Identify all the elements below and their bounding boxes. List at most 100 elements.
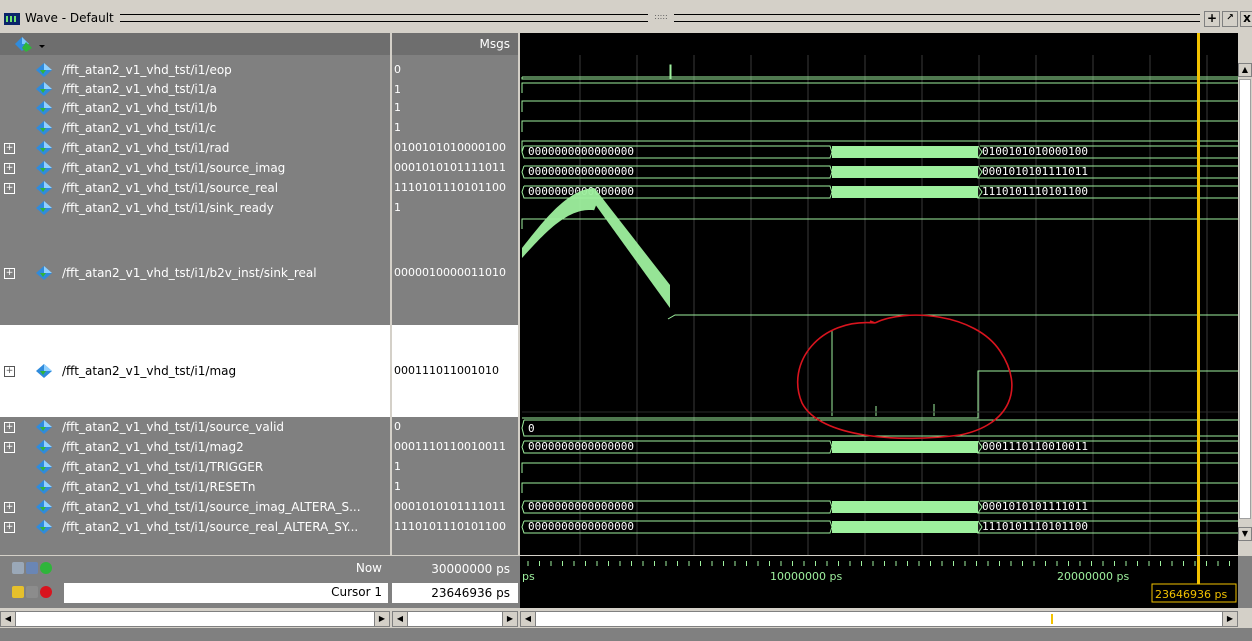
msgs-header: Msgs bbox=[392, 33, 518, 55]
close-icon[interactable]: x bbox=[1240, 11, 1252, 27]
bit-wave bbox=[521, 482, 1238, 493]
source-real-final-label: 1110101110101100 bbox=[982, 185, 1088, 198]
expand-icon[interactable]: + bbox=[4, 366, 15, 377]
signal-icon bbox=[36, 460, 52, 474]
source-real-altera-toggle-block bbox=[832, 521, 978, 533]
signal-name: /fft_atan2_v1_vhd_tst/i1/b2v_inst/sink_r… bbox=[62, 266, 317, 280]
names-hscroll[interactable]: ◀ ▶ bbox=[0, 611, 390, 627]
signal-icon bbox=[36, 121, 52, 135]
vertical-scrollbar[interactable]: ▲ ▼ bbox=[1238, 33, 1252, 555]
mag2-toggle-block bbox=[832, 441, 978, 453]
analog-envelope bbox=[522, 188, 670, 308]
signal-name: /fft_atan2_v1_vhd_tst/i1/b bbox=[62, 101, 218, 115]
pencil-icon[interactable] bbox=[26, 586, 38, 598]
values-hscroll[interactable]: ◀ ▶ bbox=[392, 611, 518, 627]
signal-icon bbox=[36, 480, 52, 494]
signal-row[interactable]: /fft_atan2_v1_vhd_tst/i1/sink_ready bbox=[0, 198, 390, 218]
signal-row[interactable]: /fft_atan2_v1_vhd_tst/i1/b bbox=[0, 98, 390, 118]
signal-icon bbox=[36, 82, 52, 96]
bit-wave bbox=[521, 100, 1238, 112]
scroll-right-arrow-icon[interactable]: ▶ bbox=[374, 612, 389, 626]
signal-row[interactable]: /fft_atan2_v1_vhd_tst/i1/RESETn bbox=[0, 477, 390, 497]
waveform-canvas[interactable]: 0000000000000000 0100101010000100 00000000… bbox=[520, 33, 1238, 555]
now-tool-icon[interactable] bbox=[12, 562, 24, 574]
lock-icon[interactable] bbox=[12, 586, 24, 598]
names-header bbox=[0, 33, 390, 55]
expand-icon[interactable]: + bbox=[4, 422, 15, 433]
add-cursor-icon[interactable] bbox=[26, 562, 38, 574]
expand-icon[interactable]: + bbox=[4, 442, 15, 453]
now-label: Now bbox=[355, 561, 382, 575]
timeline-start-label: ps bbox=[522, 570, 535, 583]
wave-window-icon bbox=[4, 13, 20, 25]
signal-name: /fft_atan2_v1_vhd_tst/i1/source_real_ALT… bbox=[62, 520, 359, 534]
bit-wave bbox=[521, 120, 1238, 132]
timeline-20m-label: 20000000 ps bbox=[1057, 570, 1129, 583]
signal-row[interactable]: /fft_atan2_v1_vhd_tst/i1/eop bbox=[0, 60, 390, 80]
signal-row[interactable]: + /fft_atan2_v1_vhd_tst/i1/mag2 bbox=[0, 437, 390, 457]
add-signal-icon[interactable] bbox=[14, 36, 48, 52]
signal-name: /fft_atan2_v1_vhd_tst/i1/sink_ready bbox=[62, 201, 274, 215]
wave-hscroll[interactable]: ◀ ▶ bbox=[520, 611, 1238, 627]
signal-value: 0001110110010011 bbox=[394, 440, 506, 453]
cursor-value: 23646936 ps bbox=[392, 583, 518, 603]
scroll-right-arrow-icon[interactable]: ▶ bbox=[1222, 612, 1237, 626]
expand-icon[interactable]: + bbox=[4, 268, 15, 279]
scroll-right-arrow-icon[interactable]: ▶ bbox=[502, 612, 517, 626]
signal-value: 1110101110101100 bbox=[394, 520, 506, 533]
scroll-down-arrow-icon[interactable]: ▼ bbox=[1238, 527, 1252, 541]
delete-cursor-icon[interactable] bbox=[40, 586, 52, 598]
scroll-up-arrow-icon[interactable]: ▲ bbox=[1238, 63, 1252, 77]
bit-wave bbox=[521, 218, 1238, 229]
signal-name: /fft_atan2_v1_vhd_tst/i1/source_valid bbox=[62, 420, 285, 434]
signal-value: 0001010101111011 bbox=[394, 161, 506, 174]
title-drag-handle[interactable]: ::::: bbox=[648, 12, 674, 22]
source-imag-start-label: 0000000000000000 bbox=[528, 165, 634, 178]
signal-row[interactable]: + /fft_atan2_v1_vhd_tst/i1/rad bbox=[0, 138, 390, 158]
scroll-left-arrow-icon[interactable]: ◀ bbox=[521, 612, 536, 626]
undock-icon[interactable]: ↗ bbox=[1222, 11, 1238, 27]
source-real-toggle-block bbox=[832, 186, 978, 198]
source-imag-altera-final-label: 0001010101111011 bbox=[982, 500, 1088, 513]
signal-row[interactable]: + /fft_atan2_v1_vhd_tst/i1/source_valid bbox=[0, 417, 390, 437]
signal-row[interactable]: + /fft_atan2_v1_vhd_tst/i1/source_imag bbox=[0, 158, 390, 178]
expand-icon[interactable]: + bbox=[4, 522, 15, 533]
signal-icon bbox=[36, 161, 52, 175]
signal-name: /fft_atan2_v1_vhd_tst/i1/source_real bbox=[62, 181, 279, 195]
timeline-canvas[interactable]: ps 10000000 ps 20000000 ps 23646936 ps bbox=[520, 556, 1238, 608]
horizontal-scrollbars: ◀ ▶ ◀ ▶ ◀ ▶ bbox=[0, 608, 1252, 628]
expand-icon[interactable]: + bbox=[4, 502, 15, 513]
insert-cursor-icon[interactable] bbox=[40, 562, 52, 574]
scroll-left-arrow-icon[interactable]: ◀ bbox=[1, 612, 16, 626]
signal-value: 0 bbox=[394, 63, 401, 76]
rad-final-label: 0100101010000100 bbox=[982, 145, 1088, 158]
expand-icon[interactable]: + bbox=[4, 163, 15, 174]
expand-icon[interactable]: + bbox=[4, 183, 15, 194]
rad-start-label: 0000000000000000 bbox=[528, 145, 634, 158]
signal-icon bbox=[36, 520, 52, 534]
signal-name: /fft_atan2_v1_vhd_tst/i1/RESETn bbox=[62, 480, 256, 494]
signal-row[interactable]: + /fft_atan2_v1_vhd_tst/i1/source_real_AL… bbox=[0, 517, 390, 537]
signal-row[interactable]: + /fft_atan2_v1_vhd_tst/i1/source_imag_AL… bbox=[0, 497, 390, 517]
timeline-ruler[interactable]: ps 10000000 ps 20000000 ps 23646936 ps bbox=[520, 556, 1238, 608]
signal-icon bbox=[36, 63, 52, 77]
signal-row[interactable]: /fft_atan2_v1_vhd_tst/i1/c bbox=[0, 118, 390, 138]
signal-name: /fft_atan2_v1_vhd_tst/i1/source_imag bbox=[62, 161, 286, 175]
signal-icon bbox=[36, 201, 52, 215]
expand-icon[interactable]: + bbox=[4, 143, 15, 154]
signal-row[interactable]: /fft_atan2_v1_vhd_tst/i1/TRIGGER bbox=[0, 457, 390, 477]
signal-row[interactable]: + /fft_atan2_v1_vhd_tst/i1/source_real bbox=[0, 178, 390, 198]
vertical-scroll-thumb[interactable] bbox=[1239, 79, 1251, 519]
signal-row[interactable]: + /fft_atan2_v1_vhd_tst/i1/mag bbox=[0, 325, 390, 417]
plus-icon[interactable]: + bbox=[1204, 11, 1220, 27]
signal-icon bbox=[36, 420, 52, 434]
mag2-final-label: 0001110110010011 bbox=[982, 440, 1088, 453]
waveform-pane[interactable]: 0000000000000000 0100101010000100 00000000… bbox=[520, 33, 1238, 555]
signal-name: /fft_atan2_v1_vhd_tst/i1/rad bbox=[62, 141, 230, 155]
signal-row[interactable]: + /fft_atan2_v1_vhd_tst/i1/b2v_inst/sink_… bbox=[0, 221, 390, 325]
signal-row[interactable]: /fft_atan2_v1_vhd_tst/i1/a bbox=[0, 80, 390, 98]
scroll-left-arrow-icon[interactable]: ◀ bbox=[393, 612, 408, 626]
source-real-altera-start-label: 0000000000000000 bbox=[528, 520, 634, 533]
mag-wave bbox=[522, 370, 1238, 419]
valid-wave bbox=[521, 419, 1238, 437]
